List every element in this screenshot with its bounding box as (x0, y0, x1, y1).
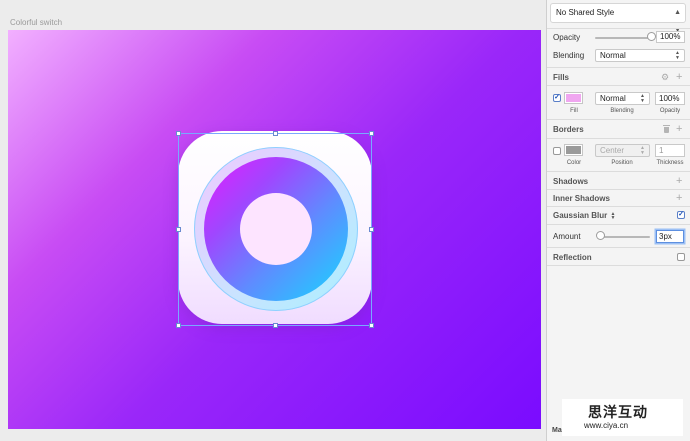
divider (547, 28, 690, 29)
delete-border-trash-icon[interactable] (663, 125, 670, 133)
fill-color (566, 94, 581, 102)
blending-select[interactable]: Normal ▲ ▼ (595, 49, 685, 62)
shared-style-value: No Shared Style (556, 8, 615, 17)
blur-type-select[interactable]: Gaussian Blur ▲ ▼ (553, 211, 615, 220)
fill-enabled-checkbox[interactable]: ✓ (553, 94, 561, 102)
resize-handle-top-right[interactable] (369, 131, 374, 136)
resize-handle-bottom-left[interactable] (176, 323, 181, 328)
blur-type-value: Gaussian Blur (553, 211, 608, 220)
shared-style-select[interactable]: No Shared Style ▲▼ (550, 3, 686, 34)
inspector-panel: No Shared Style ▲▼ Opacity 100% Blending… (546, 0, 690, 441)
resize-handle-right[interactable] (369, 227, 374, 232)
inner-shadows-title[interactable]: Inner Shadows (553, 194, 610, 203)
add-inner-shadow-plus-icon[interactable]: + (676, 193, 682, 204)
updown-arrows-icon: ▲▼ (640, 145, 645, 156)
blending-sub-label: Blending (610, 108, 634, 114)
border-position-value: Center (600, 146, 625, 155)
amount-slider-knob[interactable] (595, 231, 605, 240)
opacity-input[interactable]: 100% (656, 31, 685, 43)
updown-arrows-icon: ▲▼ (675, 50, 680, 61)
resize-handle-bottom[interactable] (273, 323, 278, 328)
updown-arrows-icon: ▲▼ (640, 93, 645, 104)
divider (547, 171, 690, 172)
amount-input[interactable]: 3px (656, 230, 684, 243)
resize-handle-top-left[interactable] (176, 131, 181, 136)
fill-blending-value: Normal (600, 94, 626, 103)
blur-enabled-checkbox[interactable]: ✓ (677, 211, 685, 219)
divider (547, 206, 690, 207)
fill-sub-label: Fill (570, 108, 578, 114)
border-color (566, 146, 581, 154)
add-fill-plus-icon[interactable]: + (676, 72, 682, 83)
fill-opacity-input[interactable]: 100% (655, 92, 685, 105)
bottom-partial-label: Ma (552, 427, 562, 434)
resize-handle-top[interactable] (273, 131, 278, 136)
border-position-select[interactable]: Center ▲ ▼ (595, 144, 650, 157)
borders-title: Borders (553, 125, 584, 134)
opacity-slider-track[interactable] (595, 37, 651, 39)
blending-value: Normal (600, 51, 626, 60)
artboard-label[interactable]: Colorful switch (10, 18, 62, 27)
border-enabled-checkbox[interactable] (553, 147, 561, 155)
border-thickness-input[interactable]: 1 (655, 144, 685, 157)
watermark: 思洋互动 www.ciya.cn (562, 399, 683, 436)
shadows-title[interactable]: Shadows (553, 177, 588, 186)
add-shadow-plus-icon[interactable]: + (676, 176, 682, 187)
reflection-checkbox[interactable] (677, 253, 685, 261)
updown-arrows-icon: ▲▼ (610, 210, 616, 221)
divider (547, 67, 690, 68)
opacity-label: Opacity (553, 33, 581, 42)
divider (547, 119, 690, 120)
divider (547, 247, 690, 248)
opacity-sub-label: Opacity (659, 108, 681, 114)
watermark-text: 思洋互动 (588, 405, 648, 421)
amount-label: Amount (553, 232, 581, 241)
add-border-plus-icon[interactable]: + (676, 124, 682, 135)
blending-label: Blending (553, 51, 585, 60)
app-icon[interactable] (178, 131, 372, 324)
position-sub-label: Position (611, 160, 633, 166)
border-color-swatch[interactable] (564, 144, 583, 156)
divider (547, 138, 690, 139)
divider (547, 189, 690, 190)
divider (547, 265, 690, 266)
fill-color-swatch[interactable] (564, 92, 583, 104)
thickness-sub-label: Thickness (656, 160, 684, 166)
divider (547, 224, 690, 225)
fills-title: Fills (553, 73, 570, 82)
fill-settings-gear-icon[interactable]: ⚙ (661, 72, 669, 82)
divider (547, 85, 690, 86)
amount-slider-track[interactable] (597, 236, 650, 238)
watermark-url: www.ciya.cn (584, 421, 629, 430)
ring-center (240, 193, 312, 265)
artboard[interactable] (8, 30, 541, 429)
reflection-title: Reflection (553, 253, 592, 262)
color-sub-label: Color (566, 160, 582, 166)
canvas-area[interactable]: Colorful switch (0, 0, 546, 441)
opacity-slider-knob[interactable] (647, 32, 656, 41)
resize-handle-bottom-right[interactable] (369, 323, 374, 328)
fill-blending-select[interactable]: Normal ▲ ▼ (595, 92, 650, 105)
resize-handle-left[interactable] (176, 227, 181, 232)
